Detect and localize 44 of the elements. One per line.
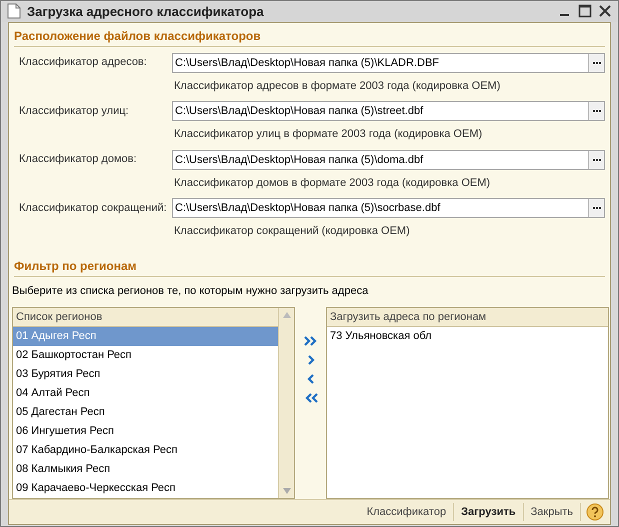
column-header: Список регионов xyxy=(13,308,278,327)
help-icon[interactable] xyxy=(586,503,604,521)
chevron-right-icon xyxy=(306,355,314,365)
file-format-note: Классификатор адресов в формате 2003 года (кодировка OEM) xyxy=(174,78,502,94)
region-list-item[interactable]: 08 Калмыкия Респ xyxy=(13,460,278,479)
region-list-item[interactable]: 09 Карачаево-Черкесская Респ xyxy=(13,479,278,498)
file-format-note: Классификатор сокращений (кодировка OEM) xyxy=(174,224,411,239)
region-list-item[interactable]: 05 Дагестан Респ xyxy=(13,403,278,422)
browse-button[interactable] xyxy=(588,54,604,72)
file-path-field[interactable]: C:\Users\Влад\Desktop\Новая папка (5)\KLADR.DBF xyxy=(172,52,605,72)
double-chevron-right-icon xyxy=(304,336,318,346)
footer-button[interactable]: Загрузить xyxy=(454,503,524,521)
chevron-left-icon xyxy=(306,374,314,384)
region-list-item[interactable]: 04 Алтай Респ xyxy=(13,384,278,403)
footer-button[interactable]: Закрыть xyxy=(524,503,581,521)
add-all-button[interactable] xyxy=(302,335,318,347)
file-format-note: Классификатор домов в формате 2003 года (кодировка OEM) xyxy=(174,176,492,190)
footer-button[interactable]: Классификатор xyxy=(360,503,454,521)
section-title: Фильтр по регионам xyxy=(14,256,605,276)
double-chevron-left-icon xyxy=(304,393,318,403)
section-title: Расположение файлов классификаторов xyxy=(14,26,605,46)
file-path-field[interactable]: C:\Users\Влад\Desktop\Новая папка (5)\street.dbf xyxy=(172,101,605,121)
file-format-note: Классификатор улиц в формате 2003 года (кодировка OEM) xyxy=(174,127,484,142)
region-list-item[interactable]: 07 Кабардино-Балкарская Респ xyxy=(13,441,278,460)
region-list-item[interactable]: 06 Ингушетия Респ xyxy=(13,422,278,441)
maximize-icon[interactable] xyxy=(578,4,592,18)
window-title: Загрузка адресного классификатора xyxy=(27,2,264,21)
document-icon xyxy=(7,3,21,20)
field-label: Классификатор домов: xyxy=(18,152,138,168)
region-list-item[interactable]: 73 Ульяновская обл xyxy=(327,327,608,346)
file-path-field[interactable]: C:\Users\Влад\Desktop\Новая папка (5)\doma.dbf xyxy=(172,150,605,170)
browse-button[interactable] xyxy=(588,150,604,168)
column-header: Загрузить адреса по регионам xyxy=(327,308,608,327)
field-label: Классификатор улиц: xyxy=(18,104,130,119)
field-label: Классификатор адресов: xyxy=(18,55,148,70)
region-list-item[interactable]: 02 Башкортостан Респ xyxy=(13,346,278,365)
browse-button[interactable] xyxy=(588,199,604,217)
remove-all-button[interactable] xyxy=(302,392,318,404)
file-path-field[interactable]: C:\Users\Влад\Desktop\Новая папка (5)\socrbase.dbf xyxy=(172,198,605,218)
close-icon[interactable] xyxy=(598,4,612,18)
hint-text: Выберите из списка регионов те, по которым нужно загрузить адреса xyxy=(12,284,370,298)
region-list-item[interactable]: 03 Бурятия Респ xyxy=(13,365,278,384)
field-label: Классификатор сокращений: xyxy=(18,200,168,216)
browse-button[interactable] xyxy=(588,102,604,120)
